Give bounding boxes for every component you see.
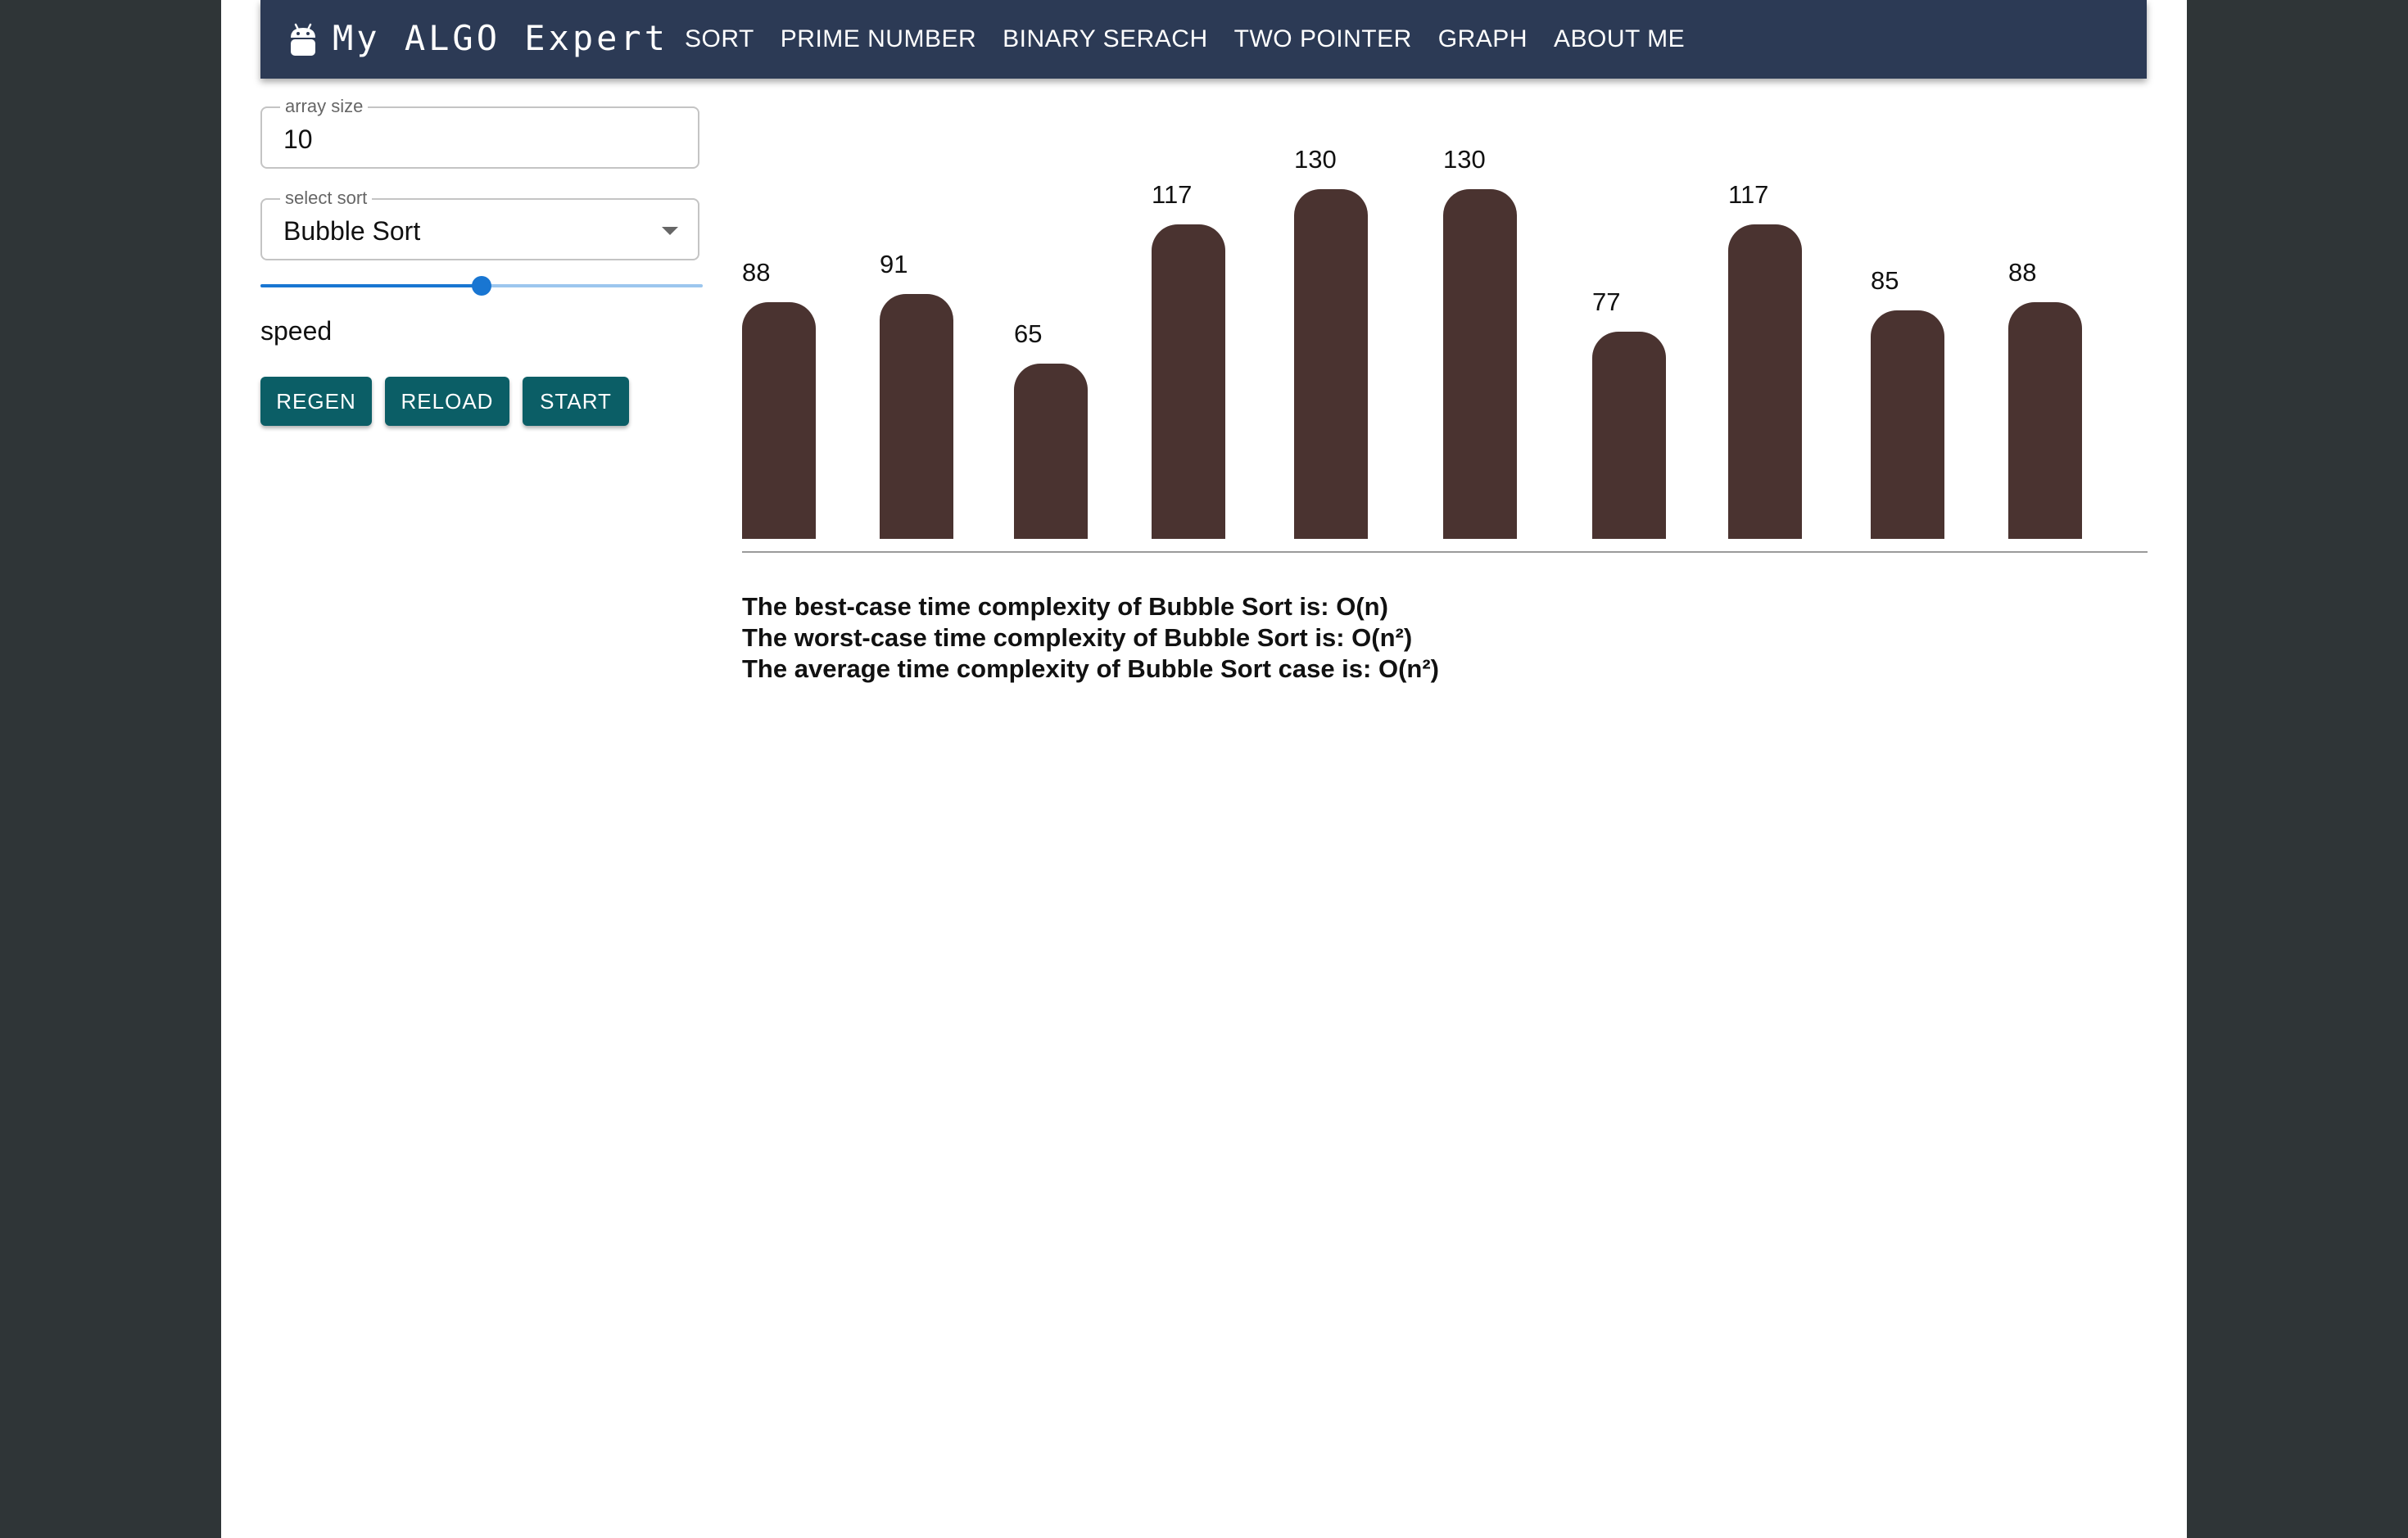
nav-sort[interactable]: SORT [685,25,767,53]
regen-button[interactable]: REGEN [260,377,372,426]
start-button[interactable]: START [523,377,629,426]
chart-bar [1014,364,1088,539]
chart-bar-value: 65 [1014,319,1043,348]
app-title[interactable]: My ALGO Expert [333,18,668,58]
array-size-label: array size [280,97,369,116]
android-icon[interactable] [288,21,318,59]
array-size-field[interactable]: array size 10 [260,97,699,169]
chart-bar-value: 85 [1871,266,1899,295]
chart-bar [1294,189,1368,539]
app-bar: My ALGO Expert SORT PRIME NUMBER BINARY … [260,0,2147,79]
array-size-input[interactable]: 10 [283,124,313,155]
slider-thumb[interactable] [472,276,491,296]
worst-case-complexity: The worst-case time complexity of Bubble… [742,623,1413,652]
sort-bar-chart: 88 91 65 117 130 130 77 117 85 88 [742,90,2148,557]
chart-bar [1152,224,1225,539]
average-case-complexity: The average time complexity of Bubble So… [742,654,1439,683]
nav-two-pointer[interactable]: TWO POINTER [1221,25,1425,53]
best-case-complexity: The best-case time complexity of Bubble … [742,592,1388,621]
slider-track [260,284,482,287]
chart-bar [1592,332,1666,539]
chart-bar-value: 91 [880,250,908,278]
chart-bar [1443,189,1517,539]
chart-bar [880,294,953,539]
chart-bar [2008,302,2082,539]
chart-bar-value: 130 [1443,145,1486,174]
main-nav: SORT PRIME NUMBER BINARY SERACH TWO POIN… [685,0,1698,79]
reload-button[interactable]: RELOAD [385,377,509,426]
chart-bar-value: 130 [1294,145,1337,174]
speed-slider[interactable] [260,275,703,296]
speed-label: speed [260,316,333,346]
sort-select-value[interactable]: Bubble Sort [283,216,420,247]
sort-select[interactable]: select sort Bubble Sort [260,188,699,260]
chart-baseline [742,551,2148,553]
chart-bar [1871,310,1944,539]
chart-bar-value: 88 [2008,258,2037,287]
nav-about-me[interactable]: ABOUT ME [1541,25,1698,53]
chart-bar-value: 117 [1152,180,1193,209]
chart-bar-value: 88 [742,258,771,287]
chart-bar [742,302,816,539]
chart-bar-value: 77 [1592,287,1621,316]
page: My ALGO Expert SORT PRIME NUMBER BINARY … [221,0,2187,1538]
chart-bar-value: 117 [1728,180,1769,209]
complexity-info: The best-case time complexity of Bubble … [742,591,1439,685]
chevron-down-icon[interactable] [662,227,678,235]
nav-binary-search[interactable]: BINARY SERACH [989,25,1220,53]
sort-select-label: select sort [280,188,373,208]
nav-prime-number[interactable]: PRIME NUMBER [767,25,989,53]
chart-bar [1728,224,1802,539]
nav-graph[interactable]: GRAPH [1425,25,1541,53]
